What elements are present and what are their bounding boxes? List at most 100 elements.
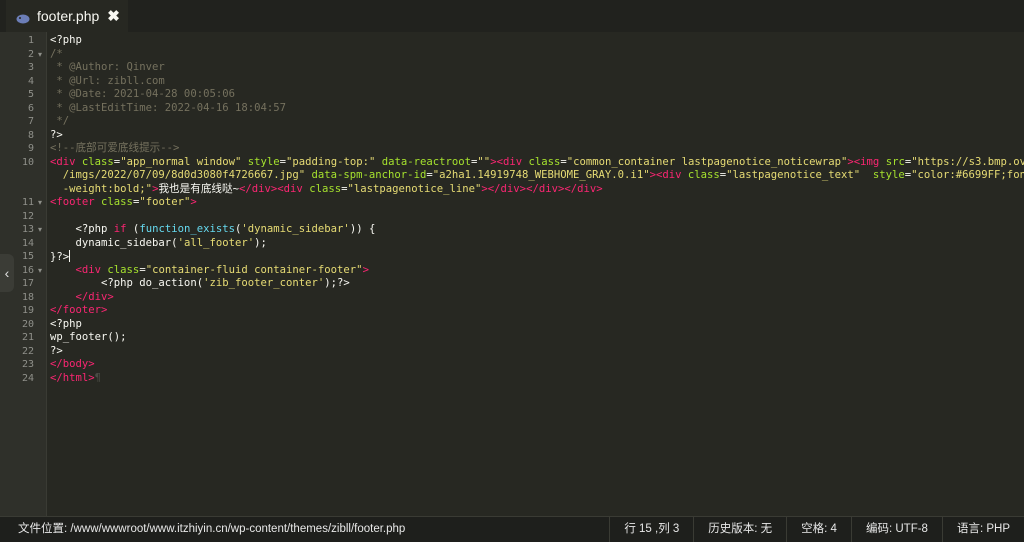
code-line[interactable]: /imgs/2022/07/09/8d0d3080f4726667.jpg" d… (46, 169, 1024, 183)
code-token: data-spm-anchor-id (311, 169, 427, 181)
code-line[interactable]: /* (46, 48, 1024, 62)
code-line[interactable]: <footer class="footer"> (46, 196, 1024, 210)
code-line[interactable]: <?php (46, 34, 1024, 48)
code-token: <?php do_action( (50, 277, 204, 289)
code-line[interactable]: * @Author: Qinver (46, 61, 1024, 75)
text-cursor (69, 250, 71, 262)
code-line[interactable]: <?php if (function_exists('dynamic_sideb… (46, 223, 1024, 237)
code-token: /imgs/2022/07/09/8d0d3080f4726667.jpg" (50, 169, 306, 181)
code-text: <?php do_action('zib_footer_conter');?> (50, 277, 350, 291)
cursor-position[interactable]: 行 15 ,列 3 (609, 517, 693, 542)
code-text: </footer> (50, 304, 107, 318)
code-token: "https://s3.bmp.ovh (911, 155, 1024, 168)
line-number: 13 (21, 224, 34, 235)
code-token: <?php (50, 223, 114, 235)
code-line[interactable]: </div> (46, 291, 1024, 305)
status-bar: 文件位置: /www/wwwroot/www.itzhiyin.cn/wp-co… (0, 516, 1024, 542)
code-text: dynamic_sidebar('all_footer'); (50, 237, 267, 251)
code-line[interactable]: * @LastEditTime: 2022-04-16 18:04:57 (46, 102, 1024, 116)
code-token: src (885, 155, 905, 168)
code-line[interactable]: -weight:bold;">我也是有底线哒~</div><div class=… (46, 183, 1024, 197)
line-number: 6 (27, 102, 34, 114)
code-token: "lastpagenotice_line" (347, 182, 482, 195)
code-token: <?php (50, 317, 82, 330)
line-number: 12 (21, 210, 34, 222)
code-line[interactable]: </body> (46, 358, 1024, 372)
code-token: <img (853, 155, 880, 168)
code-token: 'zib_footer_conter' (203, 277, 325, 289)
fold-arrow-icon[interactable]: ▾ (38, 196, 42, 210)
code-line[interactable]: ?> (46, 129, 1024, 143)
line-number: 20 (21, 318, 34, 330)
code-token: class (81, 155, 114, 168)
code-text: wp_footer(); (50, 331, 127, 345)
fold-arrow-icon[interactable]: ▾ (38, 48, 42, 62)
code-token: "app_normal window" (120, 155, 242, 168)
code-line[interactable]: */ (46, 115, 1024, 129)
fold-arrow-icon[interactable]: ▾ (38, 264, 42, 278)
file-encoding[interactable]: 编码: UTF-8 (850, 517, 942, 542)
line-number: 22 (21, 345, 34, 357)
code-token: }?> (50, 251, 70, 263)
indent-spaces[interactable]: 空格: 4 (786, 517, 851, 542)
code-token: )) { (349, 223, 376, 235)
code-line[interactable]: }?> (46, 250, 1024, 264)
code-text: </html>¶ (50, 372, 101, 386)
code-token: );?> (324, 277, 350, 289)
line-number: 9 (27, 143, 34, 154)
code-text: * @Author: Qinver (50, 61, 164, 75)
close-icon[interactable]: ✖ (107, 7, 120, 25)
line-number: 7 (27, 116, 34, 127)
code-line[interactable]: </html>¶ (46, 372, 1024, 386)
code-line[interactable]: * @Date: 2021-04-28 00:05:06 (46, 88, 1024, 102)
code-token: </div></div></div> (487, 182, 603, 195)
code-editor[interactable]: 1 2 ▾ 3 4 5 6 7 8 9 10 11 ▾ 12 13 ▾ 14 15 16 ▾ 17 18 19 20 21 22 2… (0, 32, 1024, 516)
code-text: <footer class="footer"> (50, 196, 197, 210)
line-number: 4 (27, 75, 34, 87)
code-token: </div> (75, 290, 114, 303)
code-line[interactable]: </footer> (46, 304, 1024, 318)
code-text: ?> (50, 129, 63, 143)
line-number: 24 (21, 372, 34, 384)
code-text: <!--底部可爱底线提示--> (50, 142, 179, 156)
code-text: <div class="app_normal window" style="pa… (50, 156, 1024, 170)
code-token: <div (496, 155, 523, 168)
code-token: </div> (239, 182, 278, 195)
code-line[interactable]: ?> (46, 345, 1024, 359)
code-token: * @LastEditTime: 2022-04-16 18:04:57 (50, 101, 286, 114)
code-area[interactable]: <?php /* * @Author: Qinver * @Url: zibll.… (46, 32, 1024, 516)
code-text: -weight:bold;">我也是有底线哒~</div><div class=… (50, 183, 603, 197)
code-token: "a2ha1.14919748_WEBHOME_GRAY.0.i1" (432, 169, 650, 181)
code-token: <div (75, 263, 102, 276)
code-text: </body> (50, 358, 95, 372)
fold-arrow-icon[interactable]: ▾ (38, 223, 42, 237)
line-number: 8 (27, 129, 34, 141)
code-token: "padding-top:" (286, 155, 376, 168)
chevron-left-icon[interactable]: ‹ (0, 254, 14, 292)
code-line[interactable]: * @Url: zibll.com (46, 75, 1024, 89)
code-token: <div (277, 182, 303, 195)
code-token: </body> (50, 358, 95, 370)
history-versions[interactable]: 历史版本: 无 (693, 517, 786, 542)
line-number: 21 (21, 332, 34, 343)
code-line[interactable]: <!--底部可爱底线提示--> (46, 142, 1024, 156)
code-token: <?php (50, 34, 82, 46)
line-number: 18 (21, 291, 34, 303)
code-line[interactable]: <div class="container-fluid container-fo… (46, 264, 1024, 278)
code-line[interactable]: <?php (46, 318, 1024, 332)
file-language[interactable]: 语言: PHP (941, 517, 1024, 542)
code-line[interactable] (46, 210, 1024, 224)
code-text: }?> (50, 250, 71, 265)
code-line[interactable]: <?php do_action('zib_footer_conter');?> (46, 277, 1024, 291)
code-token: style (247, 155, 280, 168)
line-number: 23 (21, 359, 34, 370)
tab-footer-php[interactable]: footer.php ✖ (6, 0, 128, 32)
tab-bar: footer.php ✖ (0, 0, 1024, 32)
line-number (0, 169, 34, 183)
code-line[interactable]: dynamic_sidebar('all_footer'); (46, 237, 1024, 251)
code-line[interactable]: wp_footer(); (46, 331, 1024, 345)
code-text: /* (50, 48, 63, 62)
code-line[interactable]: <div class="app_normal window" style="pa… (46, 156, 1024, 170)
code-token: * @Url: zibll.com (50, 74, 165, 87)
